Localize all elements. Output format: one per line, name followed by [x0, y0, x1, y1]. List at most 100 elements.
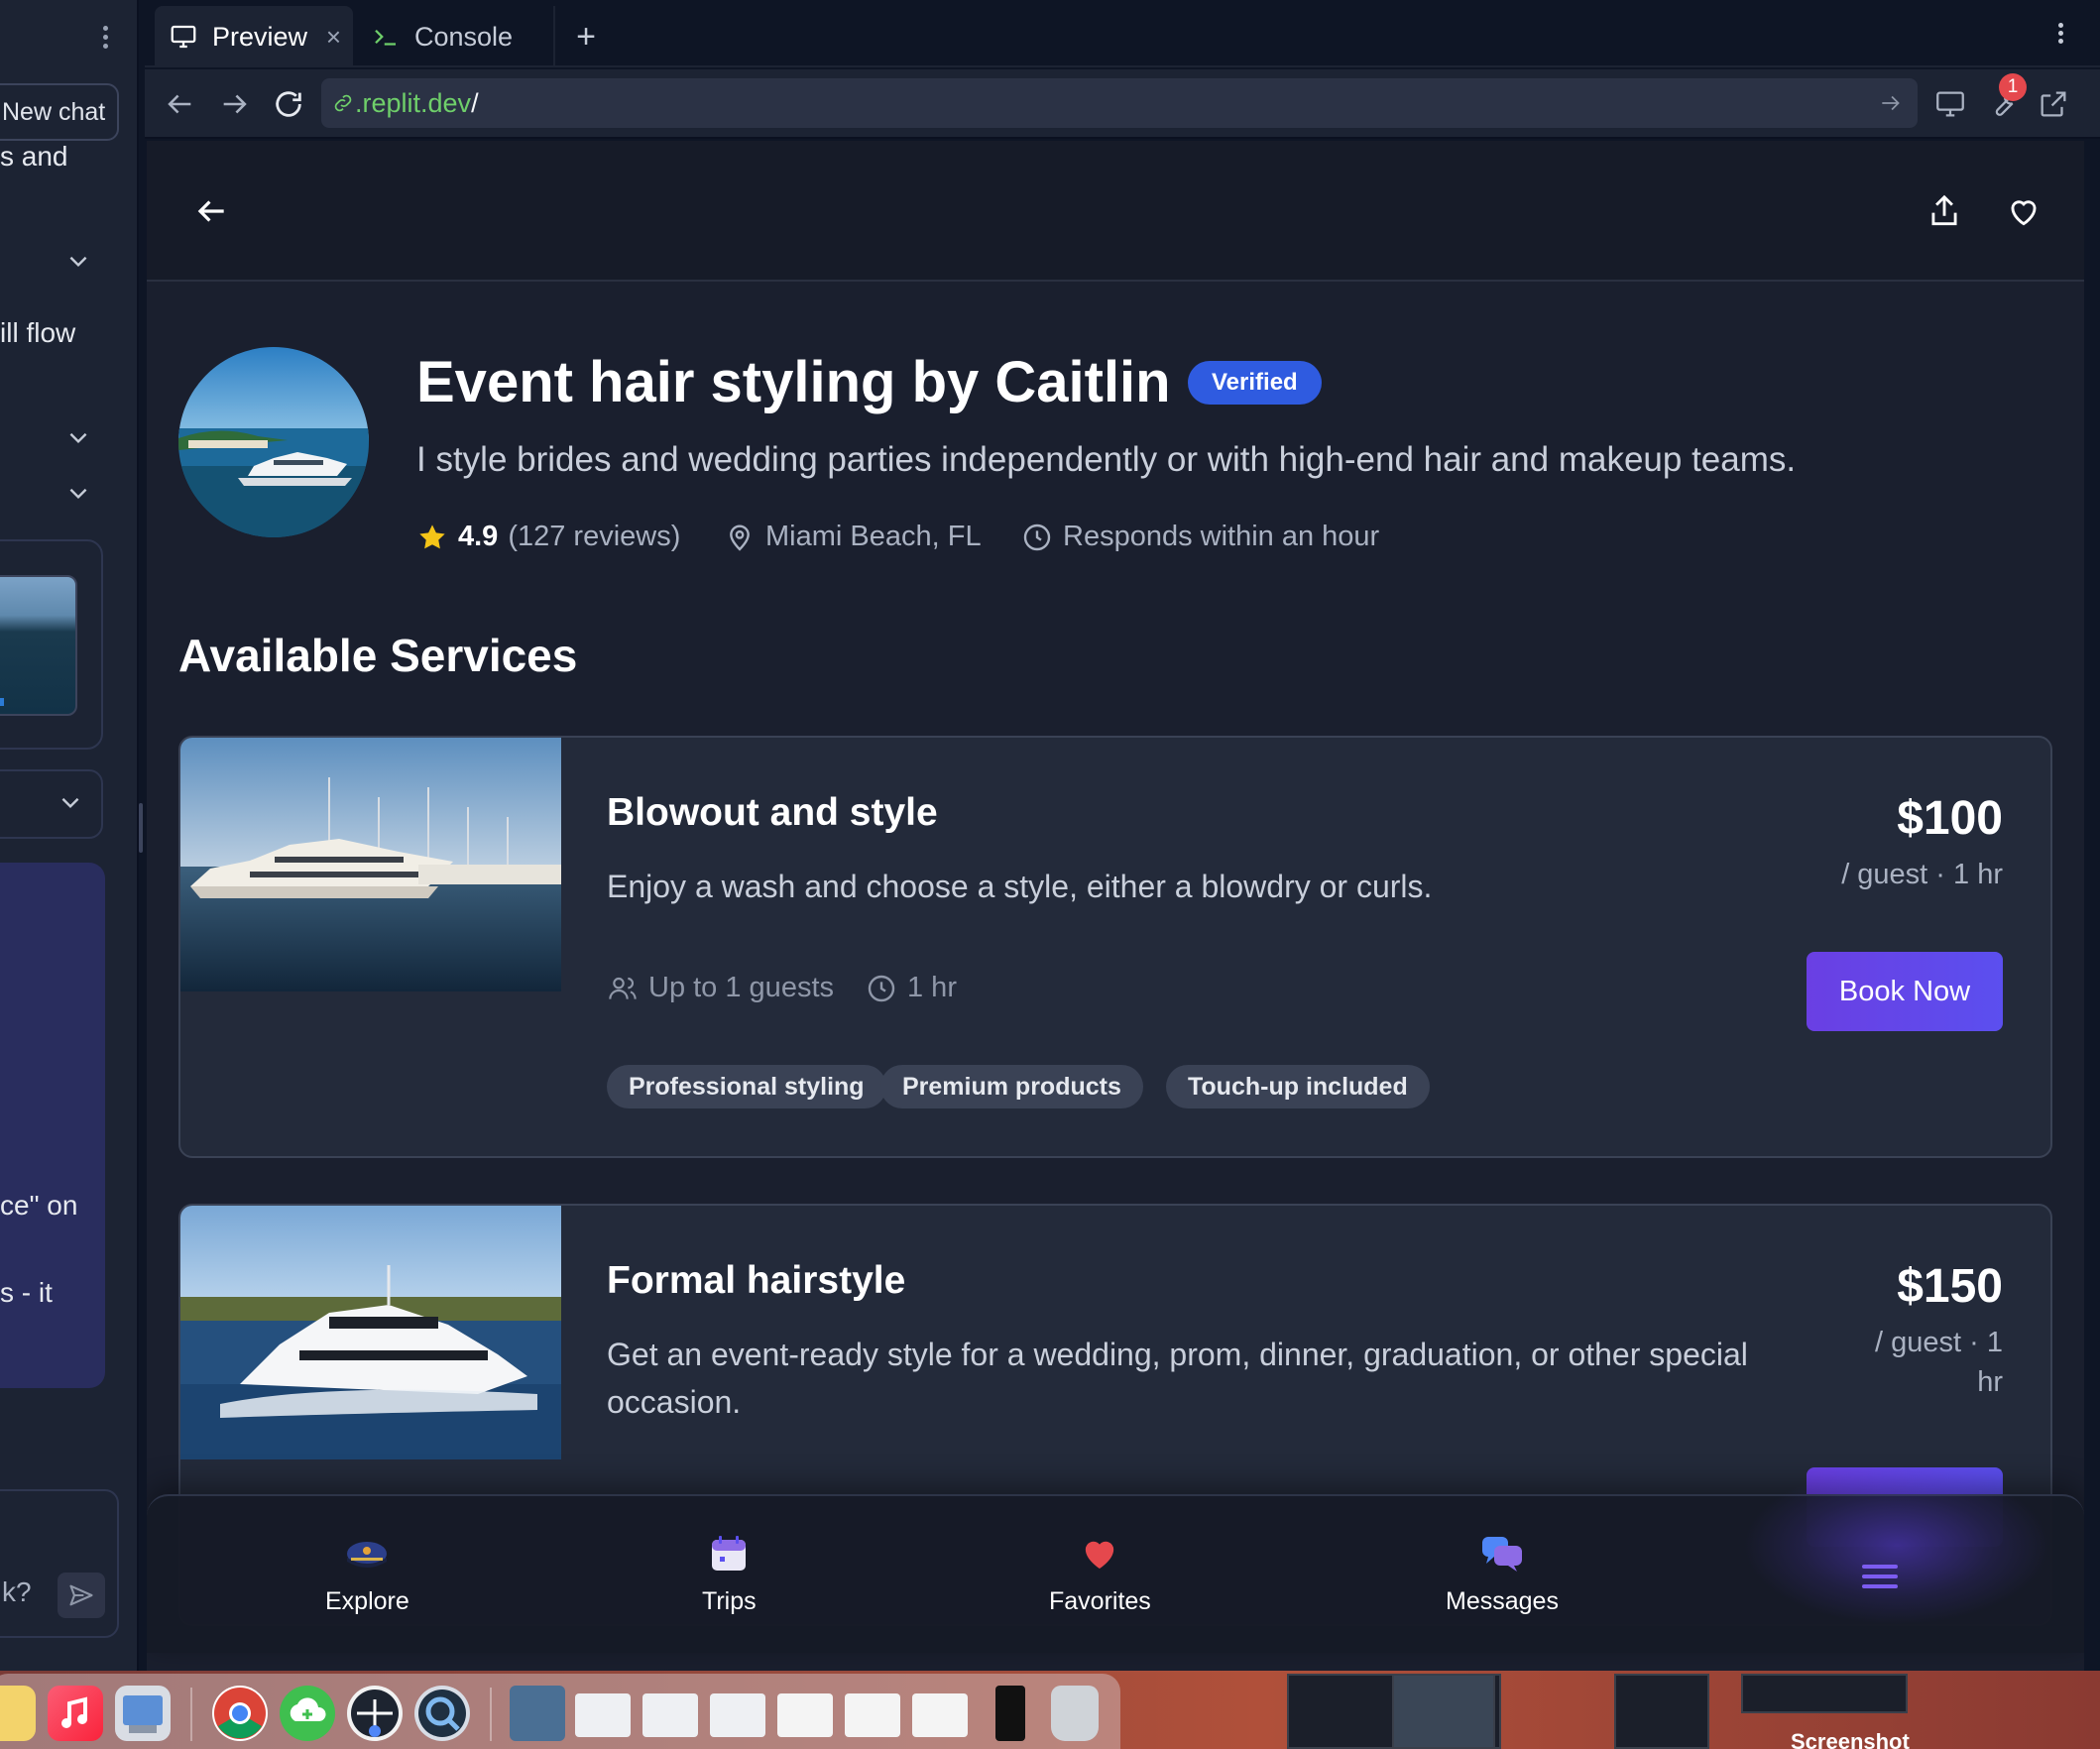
- recent-window-thumbnail[interactable]: [510, 1686, 565, 1741]
- notification-badge: 1: [1999, 73, 2027, 101]
- new-chat-button[interactable]: New chat: [0, 83, 119, 141]
- preview-viewport: Event hair styling by Caitlin Verified I…: [147, 141, 2084, 1671]
- dock-separator: [490, 1688, 492, 1741]
- recent-window-thumbnail[interactable]: [642, 1693, 698, 1737]
- tab-console[interactable]: Console: [357, 6, 555, 67]
- send-icon: [69, 1584, 93, 1606]
- chat-text-fragment: s and: [0, 141, 68, 172]
- plus-icon: +: [576, 17, 596, 56]
- cloud-upload-icon[interactable]: [280, 1686, 335, 1741]
- agent-chat-panel: New chat s and ill flow ce" on s - it k?: [0, 0, 139, 1671]
- recent-window-thumbnail[interactable]: [777, 1693, 833, 1737]
- nav-label: Favorites: [1049, 1587, 1151, 1615]
- collapsed-section[interactable]: [0, 769, 103, 839]
- book-now-button[interactable]: Book Now: [1807, 952, 2003, 1031]
- notes-app-icon[interactable]: [0, 1686, 36, 1741]
- profile-subtitle: I style brides and wedding parties indep…: [416, 440, 1797, 479]
- chat-bubbles-icon: [1481, 1537, 1522, 1572]
- clock-icon: [868, 975, 895, 1001]
- chat-input-placeholder: k?: [2, 1576, 32, 1607]
- menu-glow: [1743, 1466, 2050, 1625]
- nav-label: Explore: [325, 1587, 409, 1615]
- tab-console-label: Console: [414, 21, 514, 52]
- share-icon[interactable]: [1925, 192, 1963, 230]
- quicktime-icon[interactable]: [414, 1686, 470, 1741]
- chevron-down-icon[interactable]: [65, 424, 91, 450]
- map-pin-icon: [730, 524, 750, 551]
- trash-icon[interactable]: [1051, 1686, 1099, 1741]
- reload-icon[interactable]: [272, 87, 305, 121]
- feature-tag: Professional styling: [607, 1065, 886, 1108]
- desktop-file-label[interactable]: Screenshot: [1791, 1729, 1910, 1749]
- feature-tag: Touch-up included: [1166, 1065, 1430, 1108]
- tab-bar-kebab-icon[interactable]: [2050, 20, 2070, 50]
- heart-outline-icon[interactable]: [2005, 192, 2042, 230]
- send-button[interactable]: [58, 1573, 105, 1618]
- devices-icon[interactable]: [1933, 87, 1967, 121]
- back-arrow-icon[interactable]: [192, 192, 230, 230]
- users-icon: [609, 977, 637, 999]
- desktop-window-thumbnail: [1614, 1674, 1709, 1749]
- chevron-down-icon[interactable]: [65, 248, 91, 274]
- service-duration: 1 hr: [907, 972, 957, 1003]
- review-count[interactable]: (127 reviews): [508, 521, 680, 553]
- attachment-thumbnail[interactable]: [0, 575, 77, 716]
- recent-window-thumbnail[interactable]: [575, 1693, 631, 1737]
- link-icon: [334, 94, 352, 112]
- response-time-text: Responds within an hour: [1063, 521, 1380, 552]
- desktop-window-thumbnail: [1741, 1674, 1908, 1713]
- chat-text-fragment: ce" on: [0, 1190, 78, 1221]
- chat-text-fragment: s - it: [0, 1277, 53, 1308]
- nav-favorites[interactable]: Favorites: [1049, 1534, 1151, 1616]
- menu-icon[interactable]: [1860, 1562, 1900, 1591]
- chat-text-fragment: ill flow: [0, 317, 76, 348]
- add-tab-button[interactable]: +: [561, 6, 611, 67]
- desktop-window-thumbnail: [1392, 1674, 1495, 1749]
- tab-preview-label: Preview: [212, 21, 308, 52]
- tab-bar: Preview × Console +: [145, 0, 2100, 67]
- chat-panel-kebab-icon[interactable]: [95, 22, 115, 52]
- preview-app-icon[interactable]: [115, 1686, 171, 1741]
- go-arrow-icon[interactable]: [1878, 90, 1904, 116]
- nav-trips[interactable]: Trips: [702, 1534, 757, 1616]
- service-price-unit: / guest · 1 hr: [1875, 1327, 2003, 1398]
- back-arrow-icon[interactable]: [163, 87, 196, 121]
- url-host: .replit.dev: [355, 87, 472, 118]
- nav-messages[interactable]: Messages: [1446, 1534, 1559, 1616]
- dock-separator: [190, 1688, 192, 1741]
- close-icon[interactable]: ×: [326, 22, 341, 53]
- recent-window-thumbnail[interactable]: [710, 1693, 765, 1737]
- url-path: /: [471, 87, 479, 118]
- service-guests: Up to 1 guests: [648, 972, 834, 1003]
- heart-icon: [1086, 1541, 1114, 1569]
- service-meta: Up to 1 guests 1 hr: [607, 972, 957, 1004]
- open-in-new-tab-icon[interactable]: [2037, 87, 2070, 121]
- nav-label: Messages: [1446, 1587, 1559, 1615]
- service-image: [180, 738, 561, 991]
- airplane-app-icon[interactable]: [347, 1686, 403, 1741]
- music-app-icon[interactable]: [48, 1686, 103, 1741]
- panel-resize-handle[interactable]: [139, 803, 143, 853]
- location-meta: Miami Beach, FL: [724, 521, 982, 553]
- tab-preview[interactable]: Preview ×: [155, 6, 353, 67]
- clock-icon: [1023, 524, 1051, 550]
- service-description: Get an event-ready style for a wedding, …: [607, 1337, 1748, 1420]
- response-meta: Responds within an hour: [1021, 521, 1379, 553]
- chevron-down-icon[interactable]: [58, 789, 83, 815]
- terminal-icon: [375, 29, 396, 46]
- service-title: Blowout and style: [607, 791, 938, 834]
- user-message-bubble: ce" on s - it: [0, 863, 105, 1388]
- service-price: $150: [1897, 1260, 2003, 1313]
- url-field[interactable]: .replit.dev /: [321, 78, 1918, 128]
- service-image: [180, 1206, 561, 1459]
- recent-window-thumbnail[interactable]: [912, 1693, 968, 1737]
- chrome-icon[interactable]: [212, 1686, 268, 1741]
- nav-explore[interactable]: Explore: [325, 1534, 409, 1616]
- captain-hat-icon: [347, 1542, 388, 1568]
- section-title: Available Services: [178, 630, 578, 681]
- forward-arrow-icon[interactable]: [218, 87, 252, 121]
- chevron-down-icon[interactable]: [65, 480, 91, 506]
- recent-window-thumbnail[interactable]: [845, 1693, 900, 1737]
- recent-window-thumbnail[interactable]: [995, 1686, 1025, 1741]
- avatar: [178, 347, 369, 537]
